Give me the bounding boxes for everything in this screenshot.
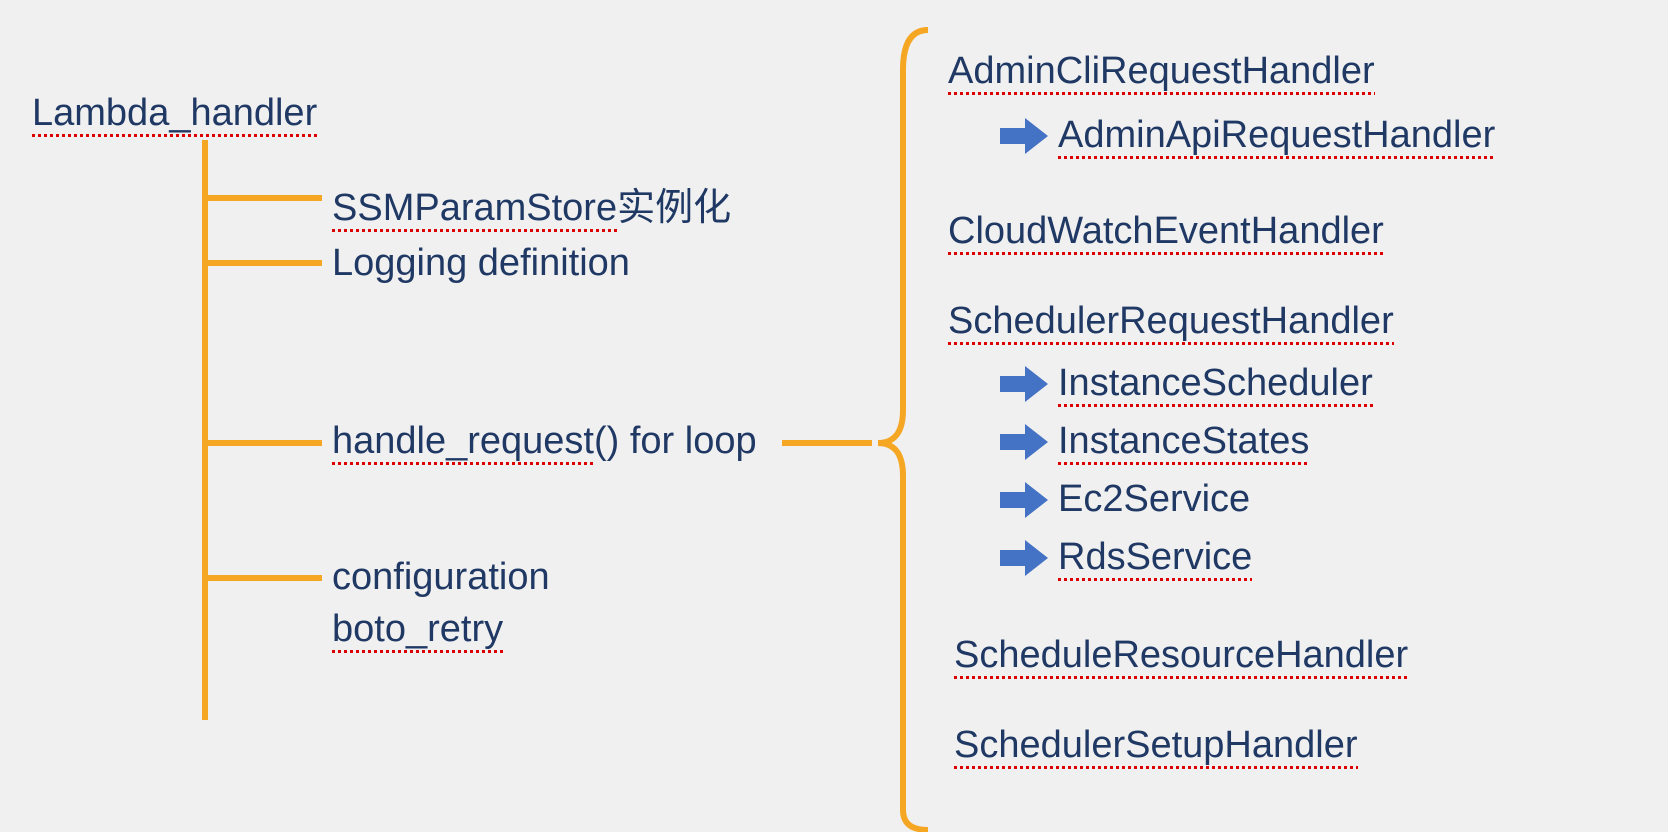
- tree-item-3: handle_request() for loop: [332, 420, 757, 463]
- handler-4: ScheduleResourceHandler: [954, 634, 1408, 677]
- handler-3: SchedulerRequestHandler: [948, 300, 1394, 343]
- arrow-icon: [1000, 366, 1050, 402]
- handler-3-child-3: Ec2Service: [1058, 478, 1250, 521]
- handler-3-child-1: InstanceScheduler: [1058, 362, 1373, 405]
- tree-item-5: boto_retry: [332, 608, 503, 651]
- branch-line-3: [202, 440, 322, 446]
- handler-1-text: AdminCliRequestHandler: [948, 50, 1375, 95]
- handler-3-child-1-text: InstanceScheduler: [1058, 362, 1373, 407]
- branch-line-4: [202, 575, 322, 581]
- tree-item-5-text: boto_retry: [332, 608, 503, 653]
- handler-4-text: ScheduleResourceHandler: [954, 634, 1408, 679]
- handler-3-text: SchedulerRequestHandler: [948, 300, 1394, 345]
- arrow-icon: [1000, 118, 1050, 154]
- handler-5-text: SchedulerSetupHandler: [954, 724, 1358, 769]
- arrow-icon: [1000, 540, 1050, 576]
- tree-item-4-text: configuration: [332, 556, 550, 598]
- tree-item-3-plain: () for loop: [594, 420, 757, 462]
- handler-2: CloudWatchEventHandler: [948, 210, 1384, 253]
- handler-1-child-1-text: AdminApiRequestHandler: [1058, 114, 1495, 159]
- handler-5: SchedulerSetupHandler: [954, 724, 1358, 767]
- arrow-icon: [1000, 424, 1050, 460]
- tree-item-1-spell: SSMParamStore: [332, 187, 617, 232]
- branch-line-1: [202, 195, 322, 201]
- connector-line: [782, 440, 872, 446]
- handler-3-child-3-text: Ec2Service: [1058, 478, 1250, 520]
- handler-2-text: CloudWatchEventHandler: [948, 210, 1384, 255]
- tree-item-2: Logging definition: [332, 242, 630, 285]
- handler-1: AdminCliRequestHandler: [948, 50, 1375, 93]
- tree-item-2-text: Logging definition: [332, 242, 630, 284]
- curly-bracket: [868, 20, 938, 832]
- root-title-text: Lambda_handler: [32, 92, 317, 137]
- tree-item-4: configuration: [332, 556, 550, 599]
- root-title: Lambda_handler: [32, 92, 317, 135]
- branch-line-2: [202, 260, 322, 266]
- tree-item-1: SSMParamStore实例化: [332, 176, 731, 231]
- tree-item-3-spell: handle_request: [332, 420, 594, 465]
- handler-1-child-1: AdminApiRequestHandler: [1058, 114, 1495, 157]
- handler-3-child-4: RdsService: [1058, 536, 1252, 579]
- tree-vertical-line: [202, 140, 208, 720]
- tree-item-1-plain: 实例化: [617, 187, 731, 229]
- arrow-icon: [1000, 482, 1050, 518]
- handler-3-child-4-text: RdsService: [1058, 536, 1252, 581]
- handler-3-child-2: InstanceStates: [1058, 420, 1309, 463]
- handler-3-child-2-text: InstanceStates: [1058, 420, 1309, 465]
